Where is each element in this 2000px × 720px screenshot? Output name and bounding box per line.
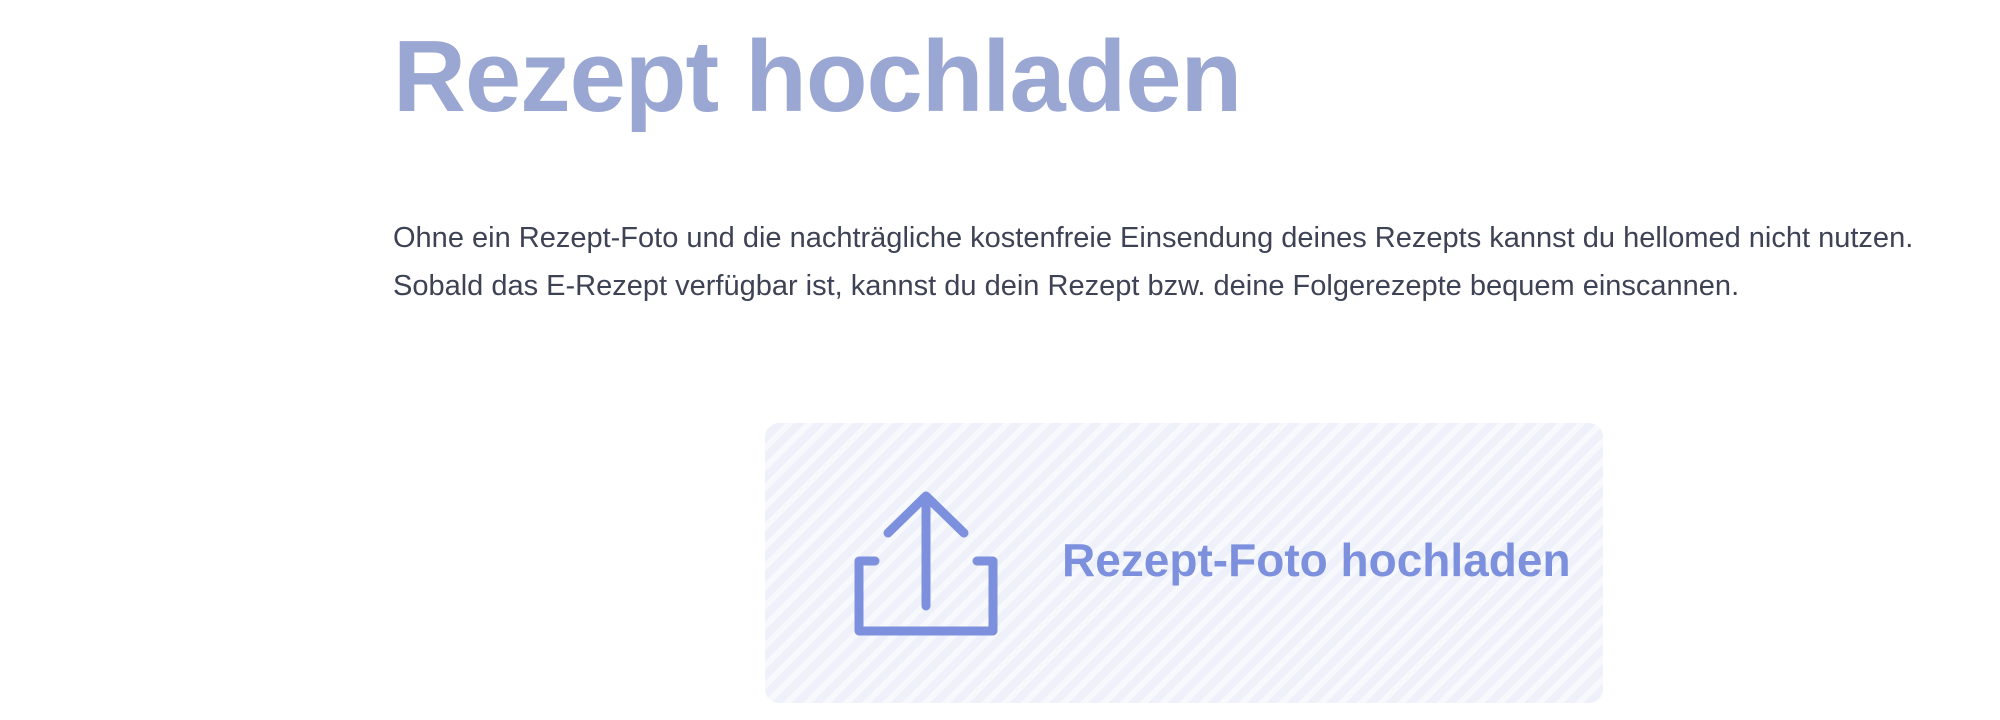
upload-button-label: Rezept-Foto hochladen <box>1062 534 1571 586</box>
upload-photo-button[interactable]: Rezept-Foto hochladen <box>765 423 1603 703</box>
upload-icon <box>854 491 998 636</box>
page-title: Rezept hochladen <box>393 21 1242 133</box>
page-description: Ohne ein Rezept-Foto und die nachträglic… <box>393 222 1914 302</box>
